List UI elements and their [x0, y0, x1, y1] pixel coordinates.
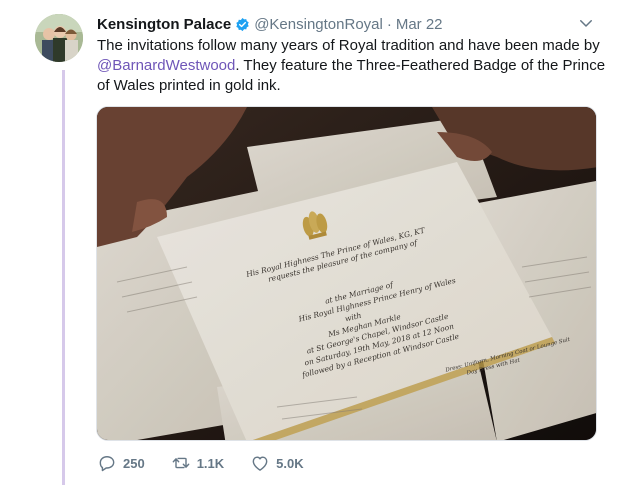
- avatar[interactable]: [35, 14, 83, 62]
- reply-button[interactable]: 250: [97, 453, 145, 473]
- separator-dot: ·: [386, 15, 392, 33]
- retweet-icon: [172, 457, 190, 469]
- reply-icon: [99, 456, 115, 472]
- author-handle[interactable]: @KensingtonRoyal: [254, 16, 383, 33]
- retweet-count: 1.1K: [196, 455, 225, 471]
- like-button[interactable]: 5.0K: [250, 453, 304, 473]
- heart-icon: [252, 456, 268, 471]
- chevron-down-icon[interactable]: [577, 14, 595, 32]
- mention-link[interactable]: @BarnardWestwood: [97, 57, 235, 74]
- tweet-date[interactable]: Mar 22: [396, 16, 443, 33]
- retweet-button[interactable]: 1.1K: [171, 453, 224, 473]
- like-count: 5.0K: [276, 455, 304, 471]
- tweet-actions: 250 1.1K 5.0K: [97, 450, 330, 476]
- tweet-text: The invitations follow many years of Roy…: [97, 36, 607, 96]
- tweet-photo[interactable]: His Royal Highness The Prince of Wales, …: [96, 106, 597, 441]
- tweet-header: Kensington Palace @KensingtonRoyal · Mar…: [97, 14, 443, 34]
- tweet-text-part: The invitations follow many years of Roy…: [97, 37, 600, 54]
- verified-badge-icon: [235, 17, 250, 32]
- thread-connector-line: [62, 70, 65, 485]
- reply-count: 250: [123, 455, 145, 471]
- author-name[interactable]: Kensington Palace: [97, 16, 231, 33]
